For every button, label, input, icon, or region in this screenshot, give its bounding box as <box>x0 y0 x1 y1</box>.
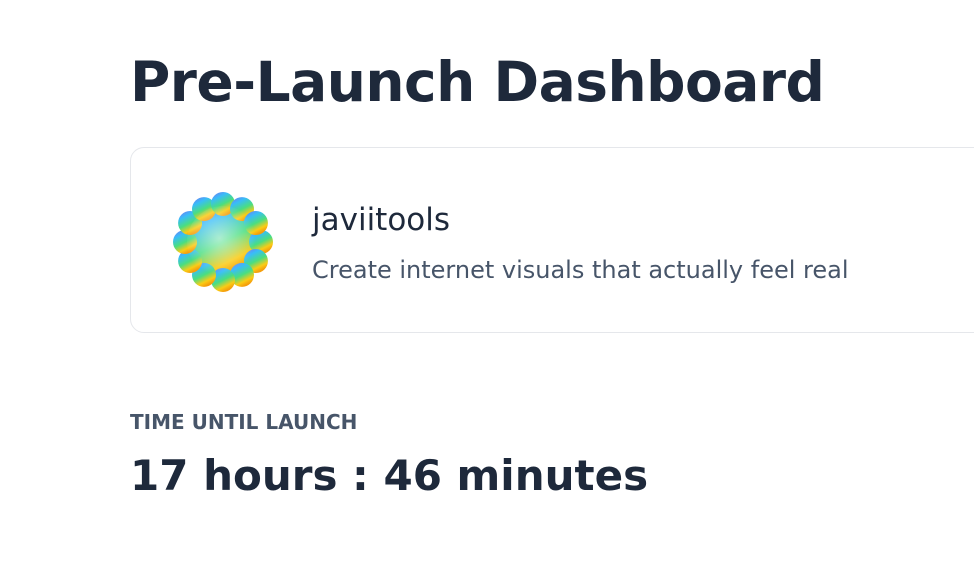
page-title: Pre-Launch Dashboard <box>130 50 825 114</box>
product-tagline: Create internet visuals that actually fe… <box>312 256 849 284</box>
product-name: javiitools <box>312 202 451 238</box>
countdown-value: 17 hours : 46 minutes <box>130 451 649 500</box>
product-card: javiitools Create internet visuals that … <box>130 147 974 333</box>
countdown-label: TIME UNTIL LAUNCH <box>130 410 358 434</box>
flower-gradient-icon <box>171 190 275 294</box>
pre-launch-dashboard-page: Pre-Launch Dashboard javiitools Create i… <box>0 0 974 572</box>
